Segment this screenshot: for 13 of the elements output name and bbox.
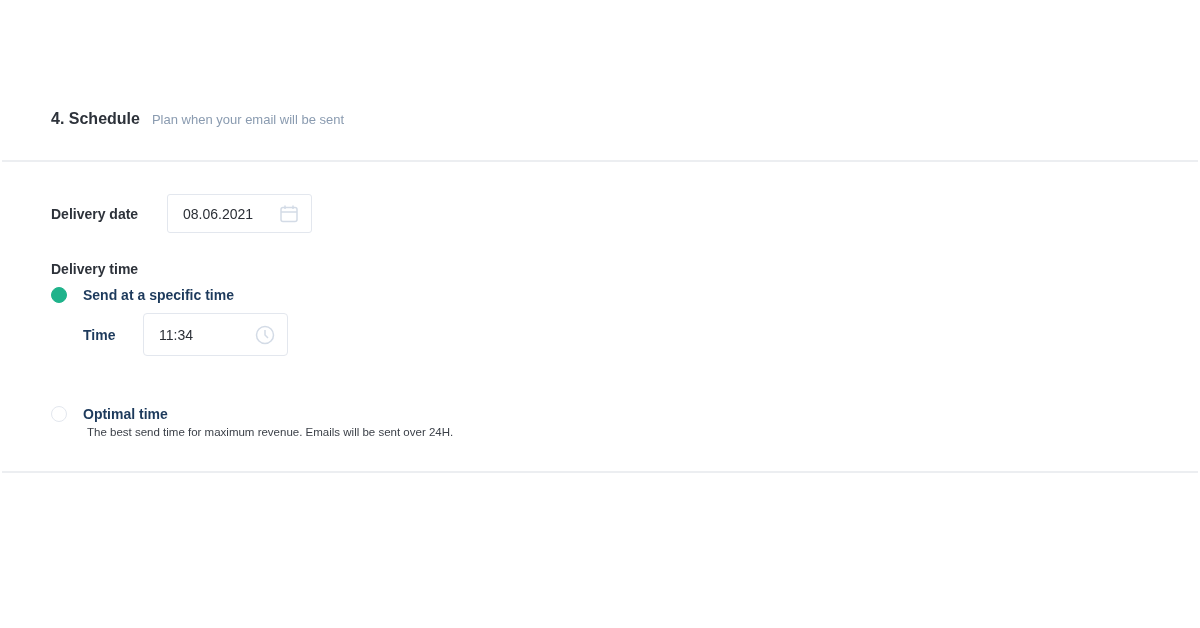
option-label: Optimal time	[83, 406, 168, 422]
input-field[interactable]: 08.06.2021	[167, 194, 312, 233]
radio-button[interactable]	[51, 287, 67, 303]
option-label: Send at a specific time	[83, 287, 234, 303]
section-title: 4. Schedule	[51, 110, 140, 128]
field-label: Delivery time	[51, 261, 140, 277]
calendar-icon	[279, 203, 299, 224]
option-description: The best send time for maximum revenue. Emails will be sent over 24H.	[87, 426, 455, 438]
field-label: Delivery date	[51, 205, 140, 222]
section-subtitle: Plan when your email will be sent	[151, 112, 345, 127]
input-field[interactable]: 11:34	[143, 313, 288, 356]
field-label: Time	[83, 326, 117, 343]
clock-icon	[255, 324, 275, 345]
